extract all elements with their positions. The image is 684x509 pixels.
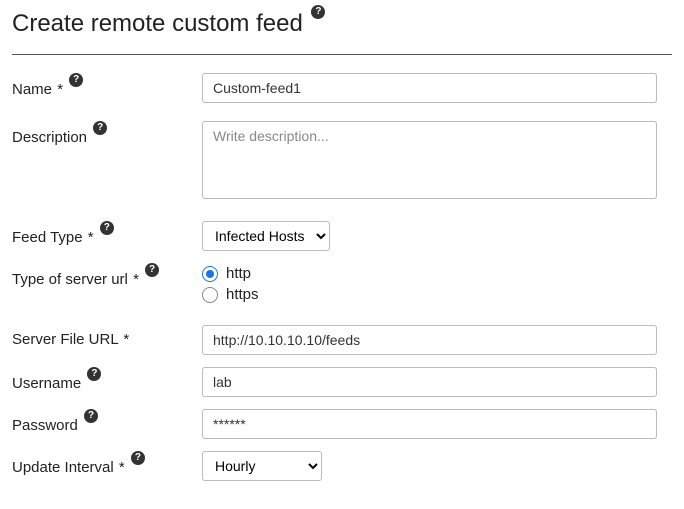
page-title: Create remote custom feed ? bbox=[12, 10, 325, 46]
label-description: Description ? bbox=[12, 121, 202, 146]
label-username-text: Username bbox=[12, 375, 81, 392]
name-input[interactable] bbox=[202, 73, 657, 103]
required-marker: * bbox=[88, 229, 94, 246]
help-icon[interactable]: ? bbox=[69, 73, 83, 87]
help-icon[interactable]: ? bbox=[84, 409, 98, 423]
row-server-file-url: Server File URL * bbox=[12, 325, 672, 355]
radio-icon-checked bbox=[202, 266, 218, 282]
label-server-url-type-text: Type of server url bbox=[12, 271, 128, 288]
description-textarea[interactable] bbox=[202, 121, 657, 199]
feed-type-select[interactable]: Infected Hosts bbox=[202, 221, 330, 251]
radio-https-label: https bbox=[226, 286, 259, 303]
radio-http-label: http bbox=[226, 265, 251, 282]
username-input[interactable] bbox=[202, 367, 657, 397]
page-title-text: Create remote custom feed bbox=[12, 10, 303, 37]
label-feed-type-text: Feed Type bbox=[12, 229, 83, 246]
label-server-url-type: Type of server url * ? bbox=[12, 263, 202, 288]
row-feed-type: Feed Type * ? Infected Hosts bbox=[12, 221, 672, 251]
row-server-url-type: Type of server url * ? http https bbox=[12, 263, 672, 307]
required-marker: * bbox=[119, 459, 125, 476]
password-input[interactable] bbox=[202, 409, 657, 439]
help-icon[interactable]: ? bbox=[131, 451, 145, 465]
update-interval-select[interactable]: Hourly bbox=[202, 451, 322, 481]
row-update-interval: Update Interval * ? Hourly bbox=[12, 451, 672, 481]
label-server-file-url-text: Server File URL bbox=[12, 331, 118, 348]
radio-http[interactable]: http bbox=[202, 265, 672, 282]
row-password: Password ? bbox=[12, 409, 672, 439]
label-password-text: Password bbox=[12, 417, 78, 434]
page-header: Create remote custom feed ? bbox=[12, 10, 672, 55]
required-marker: * bbox=[57, 81, 63, 98]
radio-icon-unchecked bbox=[202, 287, 218, 303]
help-icon[interactable]: ? bbox=[87, 367, 101, 381]
radio-https[interactable]: https bbox=[202, 286, 672, 303]
label-name-text: Name bbox=[12, 81, 52, 98]
help-icon[interactable]: ? bbox=[145, 263, 159, 277]
label-update-interval-text: Update Interval bbox=[12, 459, 114, 476]
required-marker: * bbox=[133, 271, 139, 288]
help-icon[interactable]: ? bbox=[311, 5, 325, 19]
server-file-url-input[interactable] bbox=[202, 325, 657, 355]
row-username: Username ? bbox=[12, 367, 672, 397]
label-feed-type: Feed Type * ? bbox=[12, 221, 202, 246]
label-username: Username ? bbox=[12, 367, 202, 392]
label-server-file-url: Server File URL * bbox=[12, 325, 202, 348]
row-description: Description ? bbox=[12, 121, 672, 203]
label-password: Password ? bbox=[12, 409, 202, 434]
required-marker: * bbox=[123, 331, 129, 348]
label-update-interval: Update Interval * ? bbox=[12, 451, 202, 476]
row-name: Name * ? bbox=[12, 73, 672, 103]
help-icon[interactable]: ? bbox=[93, 121, 107, 135]
label-name: Name * ? bbox=[12, 73, 202, 98]
label-description-text: Description bbox=[12, 129, 87, 146]
help-icon[interactable]: ? bbox=[100, 221, 114, 235]
